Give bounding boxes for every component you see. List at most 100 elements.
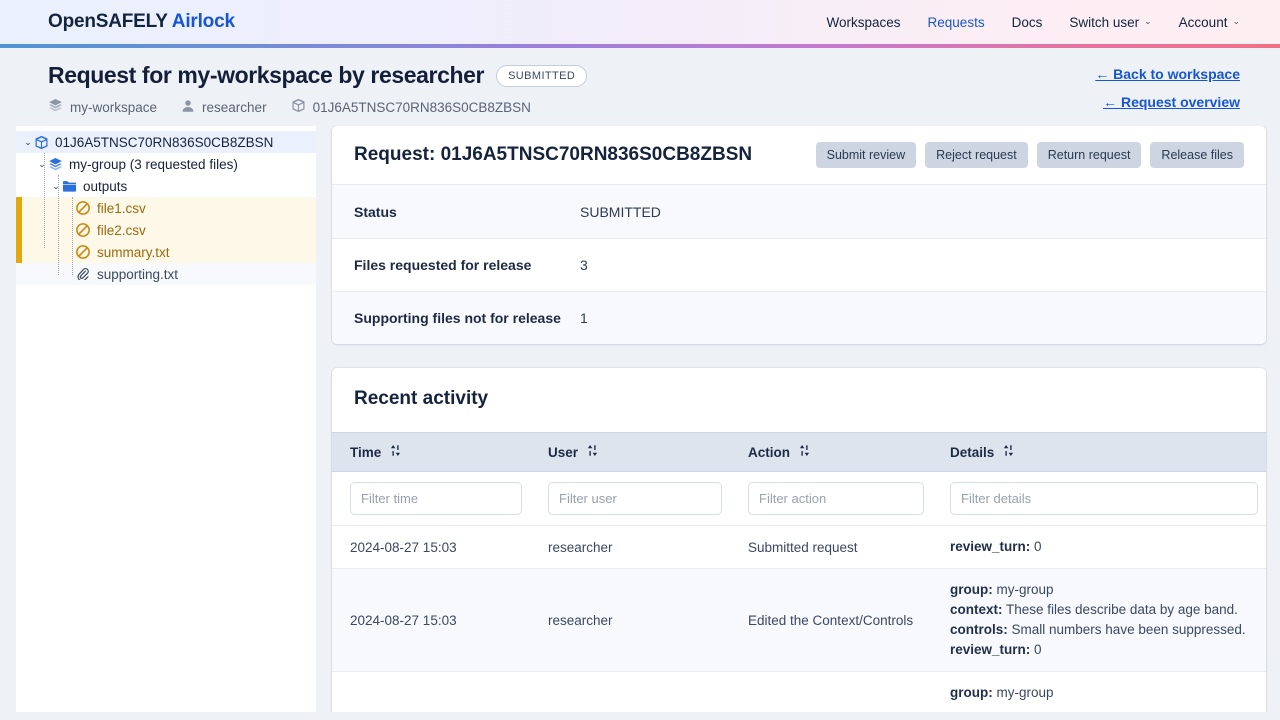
breadcrumb: my-workspace researcher 01J6A5TNSC70RN83… (48, 98, 1240, 116)
filter-user-input[interactable] (548, 482, 722, 515)
detail-value: 3 (580, 257, 588, 273)
layers-icon (48, 157, 63, 172)
detail-line-value: These files describe data by age band. (1003, 602, 1238, 617)
breadcrumb-label: my-workspace (70, 100, 157, 115)
filter-cell (932, 472, 1266, 526)
detail-line-key: group: (950, 582, 993, 597)
layers-icon (48, 98, 63, 116)
submit-review-button[interactable]: Submit review (816, 142, 917, 168)
cell-details: group: my-group context: These files des… (932, 569, 1266, 672)
tree-node-label: outputs (83, 179, 127, 194)
brand-logo[interactable]: OpenSAFELY Airlock (48, 11, 235, 33)
nav-link-docs[interactable]: Docs (1012, 15, 1043, 30)
nav-link-label: Requests (928, 15, 985, 30)
column-header-label: Time (350, 445, 381, 460)
detail-line-key: group: (950, 685, 993, 700)
cell-time: 2024-08-27 15:03 (332, 526, 530, 569)
status-badge: SUBMITTED (496, 65, 587, 87)
filter-cell (730, 472, 932, 526)
request-detail-rows: Status SUBMITTED Files requested for rel… (332, 185, 1266, 344)
cell-time (332, 672, 530, 713)
user-icon (181, 99, 195, 116)
column-header-label: User (548, 445, 578, 460)
nav-link-switch-user[interactable]: Switch user ⌄ (1069, 15, 1151, 30)
tree-node-summary.txt[interactable]: summary.txt (16, 241, 316, 263)
page-header: Request for my-workspace by researcher S… (0, 48, 1280, 126)
tree-node-label: file1.csv (97, 201, 146, 216)
detail-line-value: my-group (993, 582, 1054, 597)
tree-node-01j6a5tnsc70rn836s0cb8zbsn[interactable]: ⌄ 01J6A5TNSC70RN836S0CB8ZBSN (16, 131, 316, 153)
tree-node-label: summary.txt (97, 245, 170, 260)
return-request-button[interactable]: Return request (1037, 142, 1142, 168)
folder-icon (62, 179, 77, 194)
detail-line-key: controls: (950, 622, 1008, 637)
tree-node-supporting.txt[interactable]: supporting.txt (16, 263, 316, 285)
requested-files-highlight-bar (16, 197, 22, 263)
activity-card-header: Recent activity (332, 368, 1266, 432)
nav-link-account[interactable]: Account ⌄ (1179, 15, 1240, 30)
breadcrumb-label: 01J6A5TNSC70RN836S0CB8ZBSN (313, 100, 531, 115)
cell-user: researcher (530, 526, 730, 569)
output-file-icon (76, 201, 91, 216)
header-link-request-overview[interactable]: ← Request overview (1103, 94, 1240, 110)
tree-node-label: supporting.txt (97, 267, 178, 282)
tree-guide-line (72, 197, 73, 275)
package-icon (34, 135, 49, 150)
filter-cell (530, 472, 730, 526)
main-content: Request: 01J6A5TNSC70RN836S0CB8ZBSN Subm… (316, 126, 1280, 712)
tree-node-label: 01J6A5TNSC70RN836S0CB8ZBSN (55, 135, 273, 150)
header-link-back-to-workspace[interactable]: ← Back to workspace (1095, 66, 1240, 82)
cell-time: 2024-08-27 15:03 (332, 569, 530, 672)
nav-link-label: Switch user (1069, 15, 1139, 30)
detail-key: Supporting files not for release (354, 310, 580, 326)
table-row: 2024-08-27 15:03 researcher Edited the C… (332, 569, 1266, 672)
chevron-down-icon[interactable]: ⌄ (22, 137, 34, 148)
column-header-action[interactable]: Action (730, 433, 932, 472)
tree-node-file1.csv[interactable]: file1.csv (16, 197, 316, 219)
sort-icon (1003, 444, 1014, 460)
column-header-user[interactable]: User (530, 433, 730, 472)
brand-name-accent: Airlock (172, 11, 235, 32)
sort-icon (587, 444, 598, 460)
top-navbar: OpenSAFELY Airlock Workspaces Requests D… (0, 0, 1280, 44)
body: ⌄ 01J6A5TNSC70RN836S0CB8ZBSN ⌄ my-group … (0, 126, 1280, 712)
recent-activity-card: Recent activity Time User Action Details (332, 368, 1266, 712)
activity-title: Recent activity (354, 388, 1244, 410)
tree-node-file2.csv[interactable]: file2.csv (16, 219, 316, 241)
filter-row (332, 472, 1266, 526)
detail-line-value: 0 (1030, 539, 1041, 554)
cell-user: researcher (530, 569, 730, 672)
filter-time-input[interactable] (350, 482, 522, 515)
nav-link-requests[interactable]: Requests (928, 15, 985, 30)
detail-line-key: review_turn: (950, 642, 1030, 657)
cell-details: review_turn: 0 (932, 526, 1266, 569)
detail-line: context: These files describe data by ag… (950, 600, 1248, 620)
detail-line-value: my-group (993, 685, 1054, 700)
tree-guide-line (58, 175, 59, 275)
chevron-down-icon: ⌄ (1232, 17, 1240, 26)
filter-action-input[interactable] (748, 482, 924, 515)
breadcrumb-item-2: 01J6A5TNSC70RN836S0CB8ZBSN (291, 98, 531, 116)
chevron-down-icon[interactable]: ⌄ (36, 159, 48, 170)
sort-icon (799, 444, 810, 460)
table-row: group: my-group (332, 672, 1266, 713)
chevron-down-icon[interactable]: ⌄ (50, 181, 62, 192)
release-files-button[interactable]: Release files (1150, 142, 1244, 168)
column-header-details[interactable]: Details (932, 433, 1266, 472)
detail-line-value: 0 (1030, 642, 1041, 657)
reject-request-button[interactable]: Reject request (925, 142, 1028, 168)
request-card-header: Request: 01J6A5TNSC70RN836S0CB8ZBSN Subm… (332, 126, 1266, 185)
cell-user (530, 672, 730, 713)
filter-details-input[interactable] (950, 482, 1258, 515)
table-row: 2024-08-27 15:03 researcher Submitted re… (332, 526, 1266, 569)
nav-link-workspaces[interactable]: Workspaces (827, 15, 901, 30)
breadcrumb-label: researcher (202, 100, 267, 115)
cell-action (730, 672, 932, 713)
request-card-title: Request: 01J6A5TNSC70RN836S0CB8ZBSN (354, 144, 752, 166)
column-header-time[interactable]: Time (332, 433, 530, 472)
activity-table-body: 2024-08-27 15:03 researcher Submitted re… (332, 472, 1266, 713)
cell-action: Edited the Context/Controls (730, 569, 932, 672)
output-file-icon (76, 245, 91, 260)
tree-node-my-group-3-requested-files-[interactable]: ⌄ my-group (3 requested files) (16, 153, 316, 175)
tree-node-outputs[interactable]: ⌄ outputs (16, 175, 316, 197)
